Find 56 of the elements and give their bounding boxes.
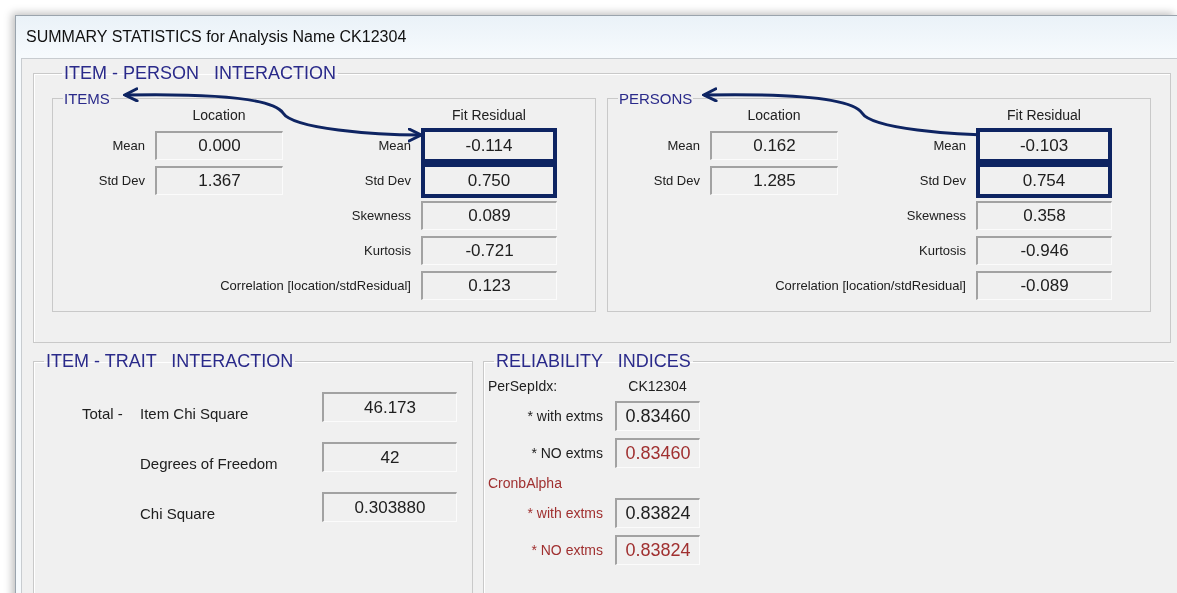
stat-label: Std Dev bbox=[652, 173, 700, 188]
stat-label: Mean bbox=[111, 138, 145, 153]
stat-label: Skewness bbox=[350, 208, 411, 223]
value-box: -0.089 bbox=[976, 271, 1112, 300]
value-box: 0.750 bbox=[421, 163, 557, 198]
stat-label: Std Dev bbox=[918, 173, 966, 188]
stat-label: Mean bbox=[666, 138, 700, 153]
stat-label: Correlation [location/stdResidual] bbox=[774, 278, 966, 293]
column-header: Location bbox=[191, 107, 247, 125]
group-title: RELIABILITY INDICES bbox=[495, 351, 692, 372]
stat-label: Mean bbox=[377, 138, 411, 153]
value-box: 0.123 bbox=[421, 271, 557, 300]
stat-label: Chi Square bbox=[140, 505, 216, 522]
value-box: 46.173 bbox=[322, 392, 457, 422]
stat-label: Skewness bbox=[905, 208, 966, 223]
value-box: 0.754 bbox=[976, 163, 1112, 198]
stat-label: Mean bbox=[932, 138, 966, 153]
stat-label: Degrees of Freedom bbox=[140, 455, 278, 472]
value-box: 42 bbox=[322, 442, 457, 472]
value-box: -0.114 bbox=[421, 128, 557, 163]
column-header: CK12304 bbox=[627, 378, 688, 394]
row-label: * NO extms bbox=[530, 542, 603, 558]
column-header: Location bbox=[746, 107, 802, 125]
value-box: -0.946 bbox=[976, 236, 1112, 265]
stat-label: Std Dev bbox=[363, 173, 411, 188]
group-title: ITEM - TRAIT INTERACTION bbox=[45, 351, 295, 372]
index-label: PerSepIdx: bbox=[488, 378, 559, 394]
row-label: * with extms bbox=[526, 408, 603, 424]
value-box: 0.83824 bbox=[615, 535, 700, 565]
panel-title: ITEMS bbox=[63, 90, 111, 107]
stat-label: Item Chi Square bbox=[140, 405, 249, 422]
panel-title: PERSONS bbox=[618, 90, 694, 107]
stat-label: Kurtosis bbox=[918, 243, 966, 258]
value-box: -0.721 bbox=[421, 236, 557, 265]
stat-label: Kurtosis bbox=[363, 243, 411, 258]
value-box: 0.303880 bbox=[322, 492, 457, 522]
value-box: 0.162 bbox=[710, 131, 838, 160]
stat-label: Correlation [location/stdResidual] bbox=[219, 278, 411, 293]
value-box: 0.089 bbox=[421, 201, 557, 230]
row-prefix: Total - bbox=[82, 405, 124, 422]
value-box: 1.367 bbox=[155, 166, 283, 195]
value-box: 0.83460 bbox=[615, 438, 700, 468]
column-header: Fit Residual bbox=[451, 107, 527, 125]
stat-label: Std Dev bbox=[97, 173, 145, 188]
index-label: CronbAlpha bbox=[488, 475, 563, 491]
value-box: 1.285 bbox=[710, 166, 838, 195]
value-box: 0.000 bbox=[155, 131, 283, 160]
value-box: 0.83824 bbox=[615, 498, 700, 528]
value-box: 0.83460 bbox=[615, 401, 700, 431]
value-box: -0.103 bbox=[976, 128, 1112, 163]
value-box: 0.358 bbox=[976, 201, 1112, 230]
row-label: * with extms bbox=[526, 505, 603, 521]
window-title: SUMMARY STATISTICS for Analysis Name CK12304 bbox=[26, 28, 407, 46]
group-title: ITEM - PERSON INTERACTION bbox=[63, 63, 337, 84]
column-header: Fit Residual bbox=[1006, 107, 1082, 125]
row-label: * NO extms bbox=[530, 445, 603, 461]
